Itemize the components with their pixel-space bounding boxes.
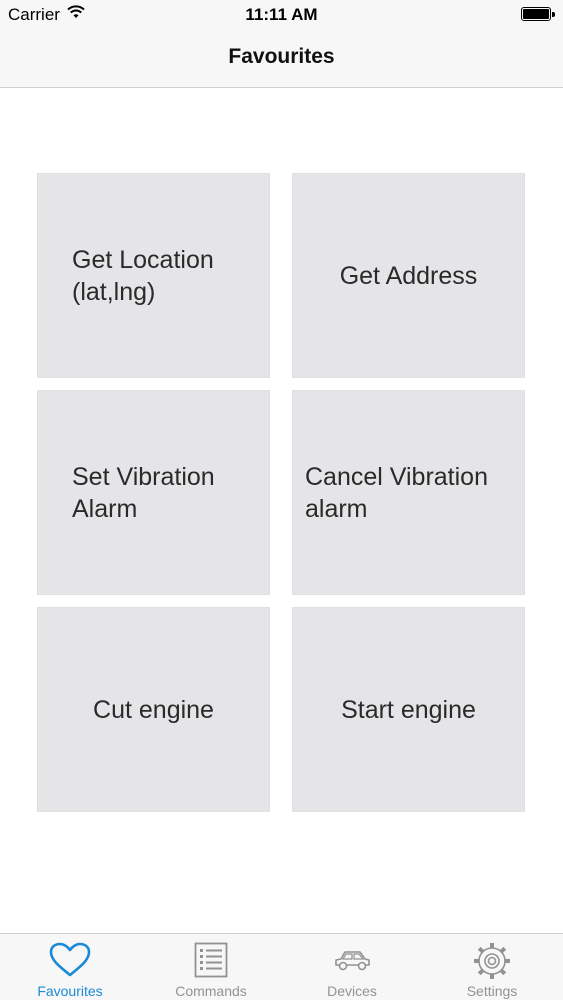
navigation-bar: Favourites <box>0 30 563 88</box>
heart-icon <box>49 942 91 983</box>
tab-devices-label: Devices <box>327 983 377 999</box>
tab-favourites-label: Favourites <box>37 983 103 999</box>
status-bar: Carrier 11:11 AM <box>0 0 563 30</box>
get-address-button[interactable]: Get Address <box>293 174 524 377</box>
start-engine-button[interactable]: Start engine <box>293 608 524 811</box>
car-icon <box>332 948 372 979</box>
status-time: 11:11 AM <box>245 5 318 24</box>
tab-devices[interactable]: Devices <box>282 934 422 1000</box>
get-location-button[interactable]: Get Location (lat,lng) <box>38 174 269 377</box>
tab-settings[interactable]: Settings <box>422 934 562 1000</box>
tab-commands-label: Commands <box>175 983 247 999</box>
page-title: Favourites <box>228 45 335 68</box>
start-engine-label: Start engine <box>341 695 476 724</box>
app-screen: Carrier 11:11 AM Favourites Get Location… <box>0 0 563 1000</box>
cancel-vibration-alarm-label: Cancel Vibration alarm <box>305 462 488 523</box>
get-address-label: Get Address <box>339 261 478 290</box>
cut-engine-label: Cut engine <box>93 695 214 724</box>
gear-icon <box>473 942 511 985</box>
tab-favourites[interactable]: Favourites <box>0 934 140 1000</box>
list-icon <box>194 942 228 983</box>
get-location-label: Get Location (lat,lng) <box>72 245 214 306</box>
tab-settings-label: Settings <box>466 983 518 999</box>
set-vibration-alarm-button[interactable]: Set Vibration Alarm <box>38 391 269 594</box>
tab-commands[interactable]: Commands <box>141 934 281 1000</box>
battery-tip <box>552 12 555 17</box>
tab-bar: Favourites Commands Devices Settings <box>0 933 563 1000</box>
battery-icon <box>521 7 551 21</box>
cut-engine-button[interactable]: Cut engine <box>38 608 269 811</box>
set-vibration-alarm-label: Set Vibration Alarm <box>72 462 215 523</box>
cancel-vibration-alarm-button[interactable]: Cancel Vibration alarm <box>293 391 524 594</box>
